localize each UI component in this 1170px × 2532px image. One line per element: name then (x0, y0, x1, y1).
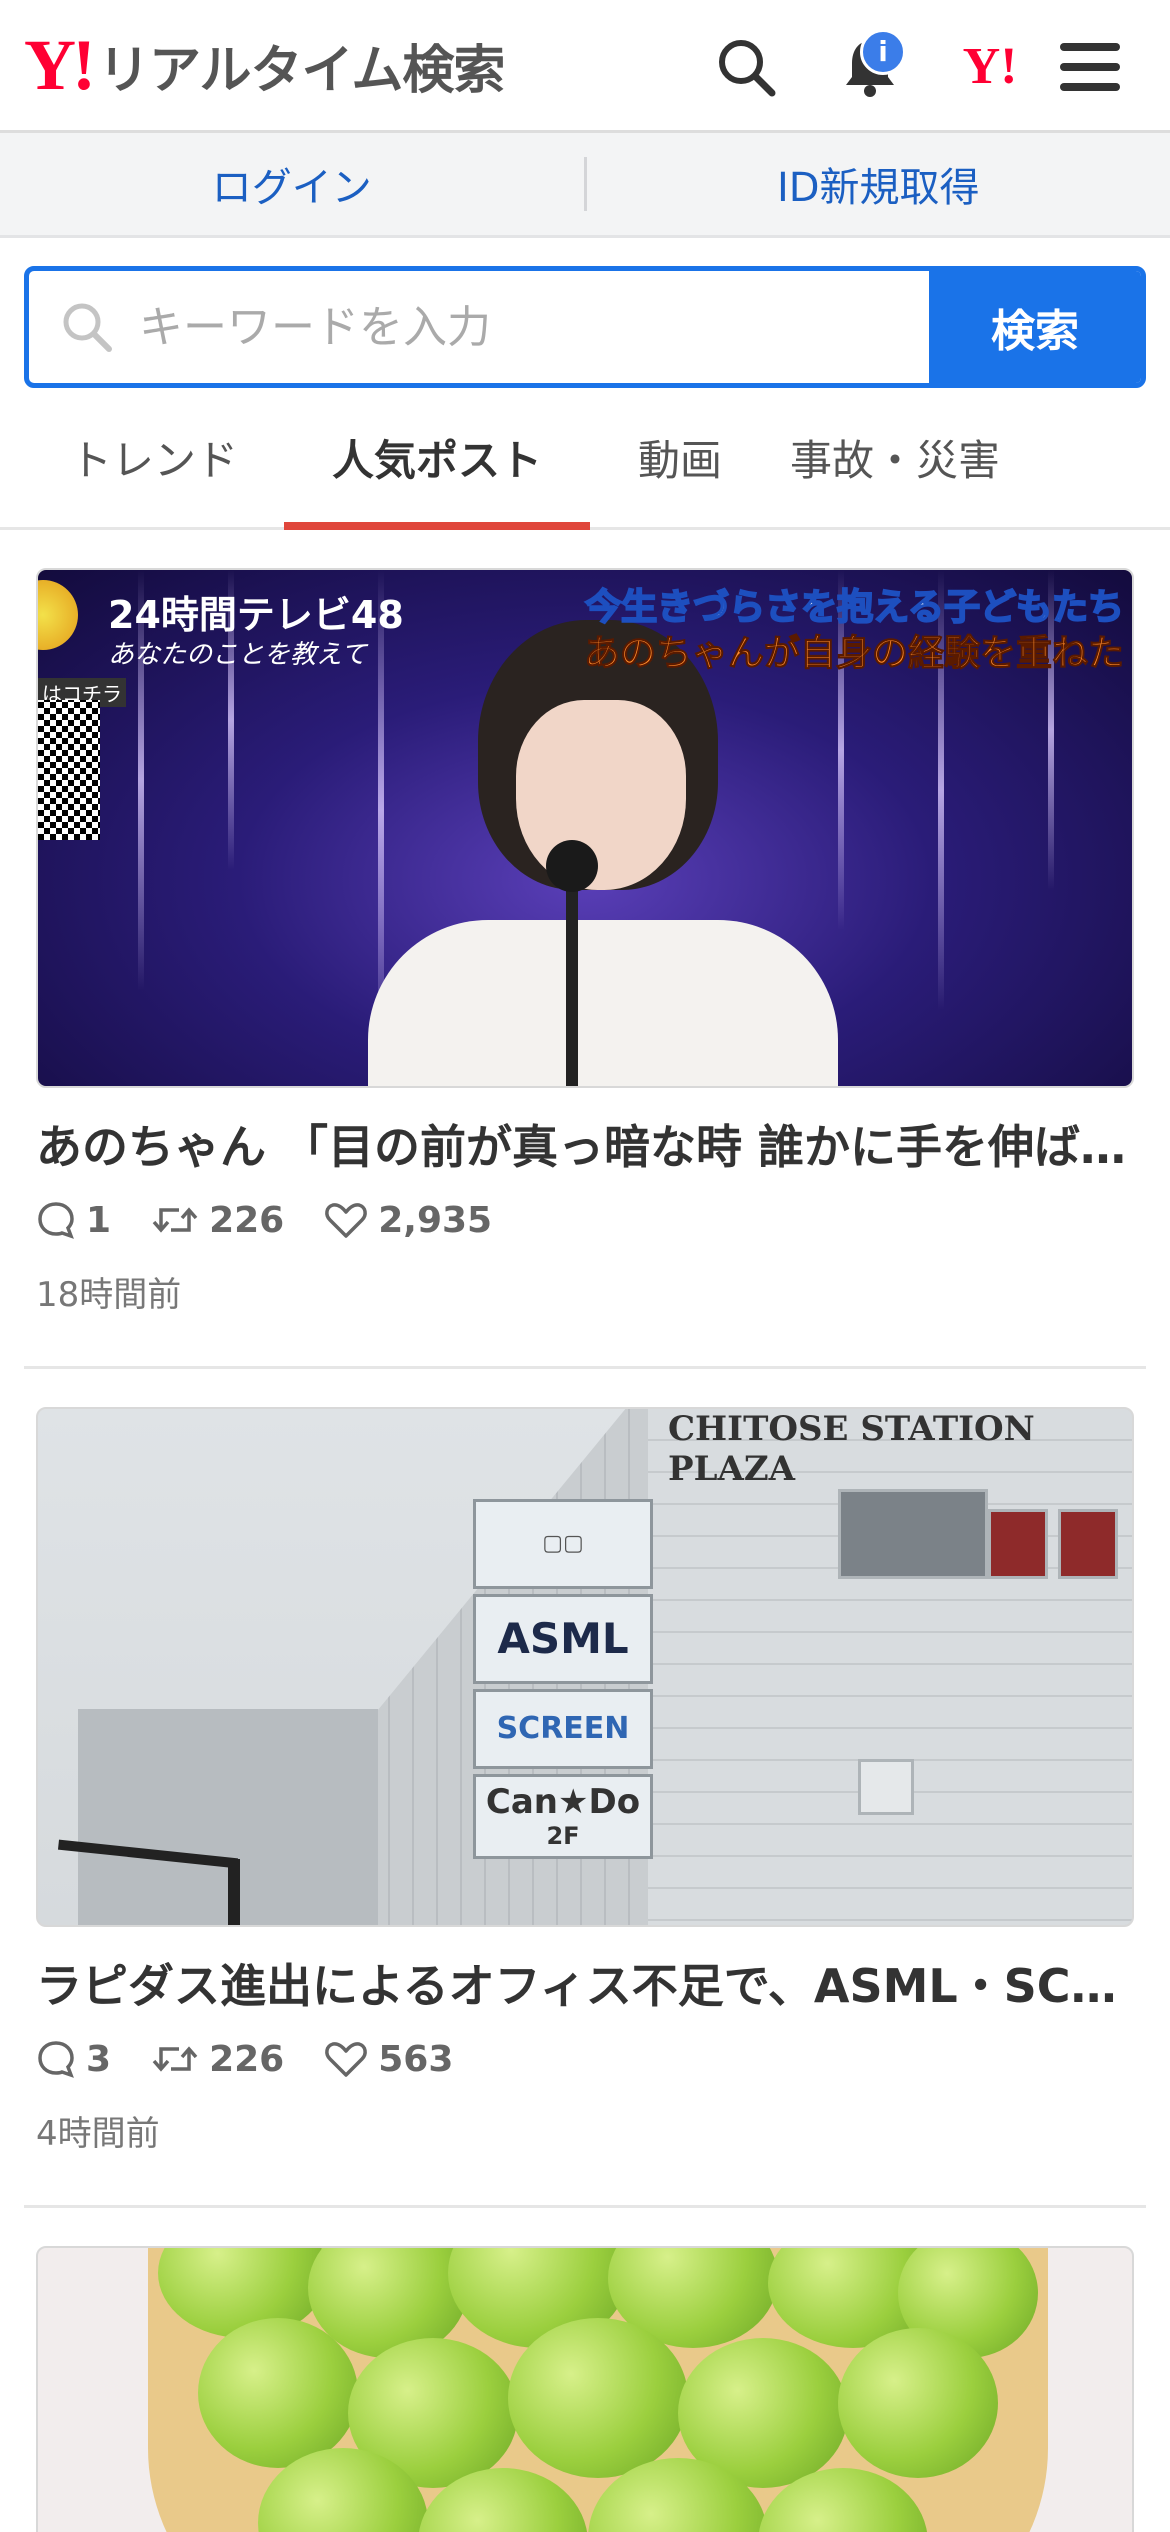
like-count-value: 563 (378, 2038, 454, 2080)
heart-icon (325, 1203, 368, 1239)
category-tabs: トレンド 人気ポスト 動画 事故・災害 (0, 388, 1170, 530)
microphone-icon (546, 840, 598, 892)
search-row: 検索 (0, 238, 1170, 388)
image-text-panel-asml: ASML (473, 1593, 653, 1684)
post-card[interactable]: 24時間テレビ48 あなたのことを教えて はコチラ 今生きづらさを抱える子どもた… (24, 530, 1146, 1369)
site-title: リアルタイム検索 (97, 40, 505, 101)
post-thumbnail[interactable] (36, 2245, 1134, 2532)
search-icon (719, 39, 776, 96)
reply-icon (38, 1202, 74, 1240)
image-text-plaza-sign: CHITOSE STATION PLAZA (668, 1408, 1035, 1489)
yahoo-japan-link[interactable]: Y! (940, 17, 1040, 117)
yahoo-realtime-logo[interactable]: Y! リアルタイム検索 (24, 15, 505, 115)
post-timestamp: 4時間前 (36, 2113, 160, 2154)
image-text-logo: 24時間テレビ48 (108, 593, 404, 637)
search-icon-button[interactable] (696, 17, 796, 117)
reply-count-value: 3 (86, 2038, 112, 2080)
image-text-panel-screen: SCREEN (473, 1688, 653, 1769)
signup-link[interactable]: ID新規取得 (587, 155, 1170, 213)
reply-count-value: 1 (86, 1199, 112, 1241)
post-title[interactable]: あのちゃん 「目の前が真っ暗な時 誰かに手を伸ばして… (36, 1118, 1134, 1178)
reply-count[interactable]: 3 (36, 2039, 111, 2080)
repost-icon (152, 1207, 198, 1233)
repost-count[interactable]: 226 (151, 1200, 284, 1241)
repost-count-value: 226 (209, 2038, 285, 2080)
post-stats: 3 226 563 (36, 2039, 1134, 2080)
post-stats: 1 226 2,935 (36, 1200, 1134, 1241)
reply-icon (38, 2041, 74, 2078)
search-form: 検索 (24, 266, 1146, 388)
notification-badge: i (860, 28, 906, 75)
post-thumbnail[interactable]: CHITOSE STATION PLAZA ▢▢ ASML SCREEN Can… (36, 1406, 1134, 1927)
post-title[interactable]: ラピダス進出によるオフィス不足で、ASML・SCREEN… (36, 1957, 1134, 2017)
post-card[interactable] (24, 2208, 1146, 2532)
login-link[interactable]: ログイン (0, 155, 584, 213)
notification-button[interactable]: i (820, 17, 920, 117)
heart-icon (325, 2042, 368, 2077)
repost-icon (152, 2046, 198, 2072)
tab-accidents-disasters[interactable]: 事故・災害 (770, 388, 1020, 527)
like-count[interactable]: 2,935 (324, 1200, 492, 1241)
reply-count[interactable]: 1 (36, 1200, 111, 1241)
like-count[interactable]: 563 (324, 2039, 453, 2080)
search-input[interactable] (139, 301, 929, 353)
app-header: Y! リアルタイム検索 i Y! (0, 0, 1170, 133)
post-timestamp: 18時間前 (36, 1274, 182, 1315)
post-card[interactable]: CHITOSE STATION PLAZA ▢▢ ASML SCREEN Can… (24, 1369, 1146, 2208)
yahoo-japan-icon: Y! (962, 38, 1018, 95)
yahoo-logo-mark: Y! (24, 25, 96, 105)
search-field[interactable] (29, 271, 929, 383)
repost-count-value: 226 (209, 1199, 285, 1241)
repost-count[interactable]: 226 (151, 2039, 284, 2080)
tab-trend[interactable]: トレンド (24, 388, 284, 527)
tab-popular-posts[interactable]: 人気ポスト (284, 388, 590, 530)
qr-code-icon (38, 700, 100, 840)
auth-bar: ログイン ID新規取得 (0, 133, 1170, 238)
post-feed: 24時間テレビ48 あなたのことを教えて はコチラ 今生きづらさを抱える子どもた… (0, 530, 1170, 2532)
like-count-value: 2,935 (378, 1199, 493, 1241)
image-text-panel-cando: Can★Do (485, 1782, 641, 1823)
image-text-logo-sub: あなたのことを教えて (108, 640, 367, 670)
search-icon (63, 303, 112, 352)
image-caption-2: あのちゃんが自身の経験を重ねた (583, 633, 1124, 675)
hamburger-menu-icon (1060, 42, 1120, 91)
image-text-panel-floor: 2F (546, 1822, 580, 1851)
header-actions: i Y! (696, 0, 1140, 133)
menu-button[interactable] (1040, 17, 1140, 117)
tab-videos[interactable]: 動画 (590, 388, 770, 527)
tv-logo-icon (38, 580, 78, 650)
search-button[interactable]: 検索 (929, 271, 1141, 383)
post-thumbnail[interactable]: 24時間テレビ48 あなたのことを教えて はコチラ 今生きづらさを抱える子どもた… (36, 568, 1134, 1088)
